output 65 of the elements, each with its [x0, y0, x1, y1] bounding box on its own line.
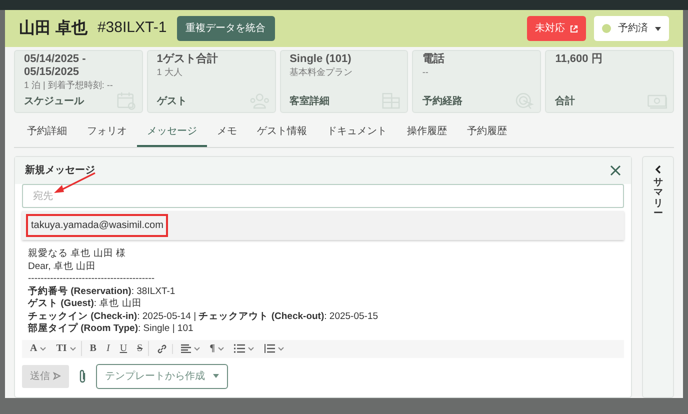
message-line: 部屋タイプ (Room Type): Single | 101: [28, 323, 194, 336]
message-line: ゲスト (Guest): 卓也 山田: [28, 298, 143, 310]
card-detail: 1 大人: [156, 66, 184, 79]
tab[interactable]: フォリオ: [77, 119, 137, 147]
link-icon: [156, 344, 167, 354]
tab[interactable]: 操作履歴: [397, 119, 457, 147]
caret-icon: [194, 346, 200, 350]
card-value: 電話: [422, 53, 446, 66]
toolbar-button[interactable]: ¶: [204, 341, 230, 356]
close-icon[interactable]: [610, 165, 621, 176]
tab[interactable]: ドキュメント: [317, 119, 397, 147]
paperclip-icon[interactable]: [78, 368, 87, 384]
caret-icon: [212, 374, 219, 378]
toolbar-button[interactable]: A: [25, 341, 52, 356]
unhandled-button[interactable]: 未対応: [527, 16, 586, 41]
toolbar-button[interactable]: B: [84, 341, 102, 356]
composer-title: 新規メッセージ: [25, 163, 95, 178]
status-dropdown[interactable]: 予約済: [594, 16, 669, 41]
tab[interactable]: メモ: [207, 119, 247, 147]
toolbar-button[interactable]: I: [101, 341, 115, 356]
toolbar-button[interactable]: TI: [51, 341, 82, 356]
card-label: スケジュール: [24, 95, 84, 109]
card-value: 11,600 円: [555, 53, 604, 66]
summary-label: サマリー: [653, 178, 663, 220]
caret-icon: [248, 346, 254, 350]
message-line: Dear, 卓也 山田: [28, 260, 97, 273]
caret-icon: [218, 346, 224, 350]
align-icon: [180, 344, 191, 353]
summary-side-panel[interactable]: サマリー: [642, 156, 674, 398]
external-link-icon: [570, 24, 578, 32]
merge-duplicates-button[interactable]: 重複データを統合: [176, 16, 275, 41]
message-line: 予約番号 (Reservation): 38ILXT-1: [28, 286, 176, 298]
tab[interactable]: メッセージ: [137, 119, 207, 147]
card-label: ゲスト: [156, 95, 187, 109]
toolbar-button[interactable]: U: [114, 341, 132, 356]
card-label: 予約経路: [422, 94, 462, 109]
card-value: 1ゲスト合計: [156, 53, 219, 66]
send-icon: [52, 372, 61, 380]
tab[interactable]: 予約履歴: [457, 119, 517, 147]
bullet-list-icon: [234, 344, 246, 353]
reservation-code: #38ILXT-1: [97, 18, 167, 38]
chevron-left-icon: [655, 165, 661, 174]
message-line: チェックイン (Check-in): 2025-05-14 | チェックアウト (Check-out): 2025-05-15: [28, 310, 380, 322]
recipient-field[interactable]: 宛先: [22, 184, 624, 208]
card-value: Single (101): [290, 53, 352, 66]
card-detail: 1 泊 | 到着予想時刻: --: [24, 79, 114, 92]
toolbar-button[interactable]: S: [132, 341, 149, 356]
message-line: 親愛なる 卓也 山田 様: [28, 248, 127, 260]
card-label: 合計: [555, 94, 576, 109]
tab[interactable]: ゲスト情報: [247, 119, 317, 147]
caret-icon: [655, 26, 661, 30]
caret-icon: [70, 346, 76, 350]
card-value: 05/15/2025: [24, 66, 80, 79]
numbered-list-icon: [264, 344, 276, 353]
caret-icon: [278, 346, 284, 350]
card-detail: --: [422, 66, 430, 79]
template-dropdown[interactable]: テンプレートから作成: [96, 364, 228, 388]
message-line: ----------------------------------------: [28, 273, 156, 286]
guest-name: 山田 卓也: [19, 18, 88, 38]
caret-icon: [40, 346, 46, 350]
card-detail: 基本料金プラン: [290, 66, 354, 79]
card-value: 05/14/2025 -: [24, 53, 87, 66]
email-suggestion[interactable]: takuya.yamada@wasimil.com: [26, 214, 168, 237]
card-label: 客室詳細: [290, 94, 330, 109]
tab[interactable]: 予約詳細: [17, 119, 77, 147]
